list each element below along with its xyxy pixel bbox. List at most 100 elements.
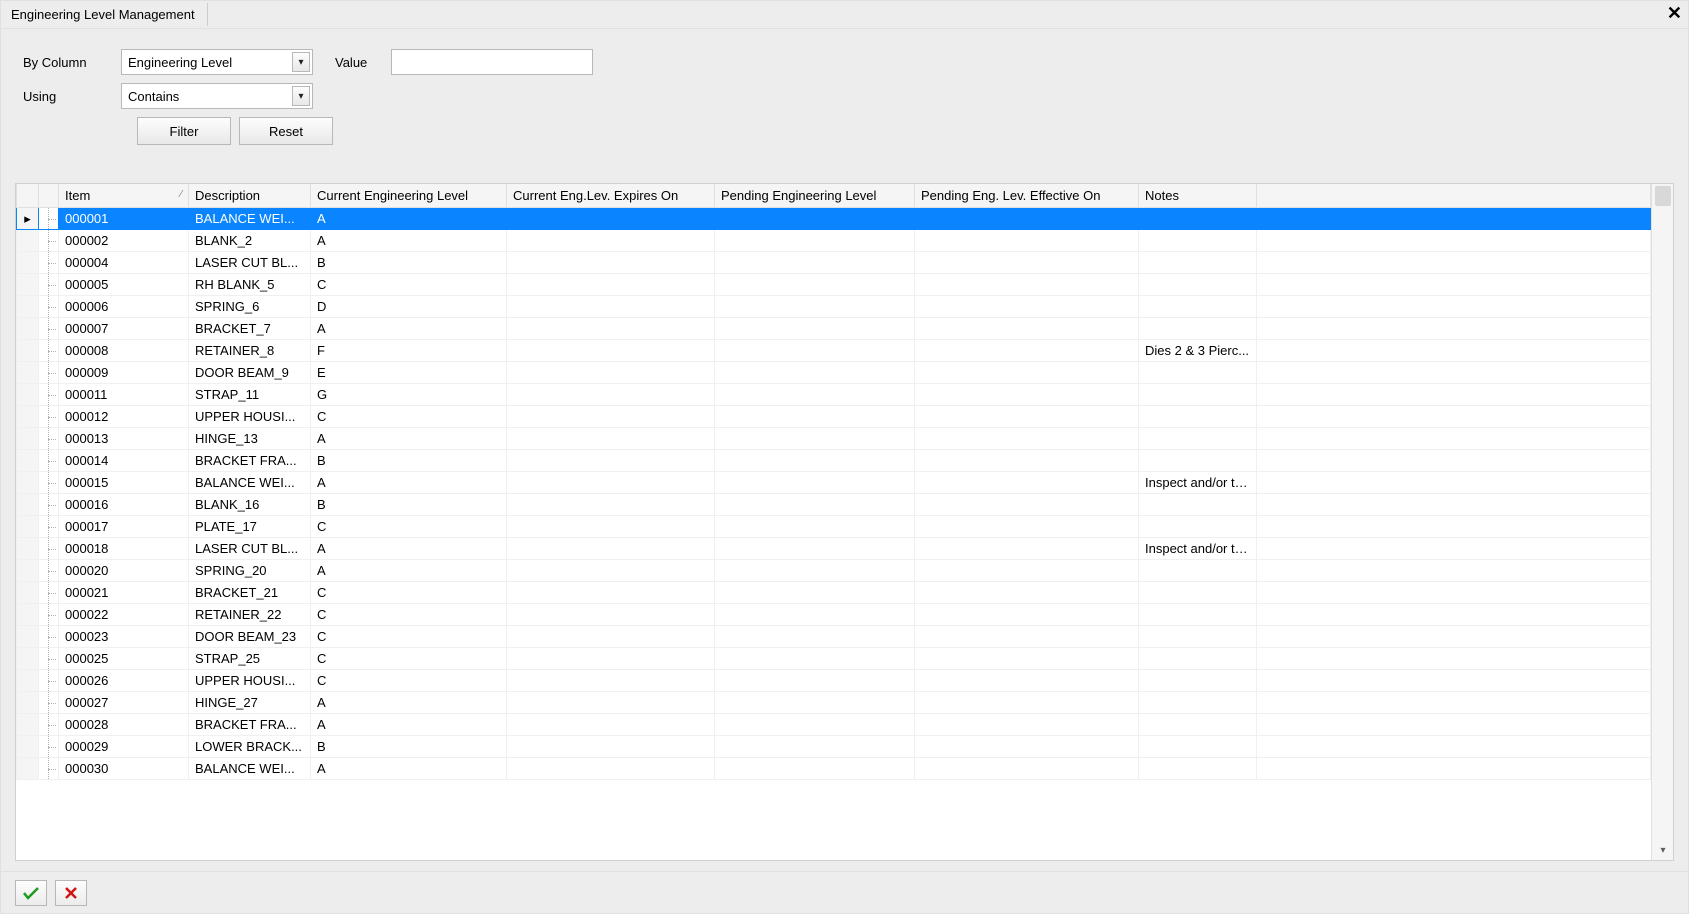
cell-pending-effective[interactable]: [915, 604, 1139, 626]
cell-current-expires[interactable]: [507, 670, 715, 692]
cell-item[interactable]: 000015: [59, 472, 189, 494]
cell-notes[interactable]: [1139, 208, 1257, 230]
cell-current-expires[interactable]: [507, 626, 715, 648]
cell-pending-level[interactable]: [715, 538, 915, 560]
cell-notes[interactable]: [1139, 428, 1257, 450]
cell-description[interactable]: BLANK_16: [189, 494, 311, 516]
cell-pending-effective[interactable]: [915, 758, 1139, 780]
vertical-scrollbar[interactable]: ▾: [1651, 184, 1673, 860]
table-row[interactable]: ▸000001BALANCE WEI...A: [17, 208, 1651, 230]
cell-pending-effective[interactable]: [915, 450, 1139, 472]
cell-pending-level[interactable]: [715, 406, 915, 428]
cell-item[interactable]: 000021: [59, 582, 189, 604]
filter-button[interactable]: Filter: [137, 117, 231, 145]
table-row[interactable]: 000022RETAINER_22C: [17, 604, 1651, 626]
cell-pending-level[interactable]: [715, 230, 915, 252]
cell-pending-level[interactable]: [715, 626, 915, 648]
cell-current-expires[interactable]: [507, 208, 715, 230]
table-row[interactable]: 000013HINGE_13A: [17, 428, 1651, 450]
cell-pending-effective[interactable]: [915, 582, 1139, 604]
cell-notes[interactable]: [1139, 582, 1257, 604]
cell-pending-effective[interactable]: [915, 714, 1139, 736]
cell-description[interactable]: UPPER HOUSI...: [189, 406, 311, 428]
cell-current-level[interactable]: A: [311, 692, 507, 714]
cell-item[interactable]: 000008: [59, 340, 189, 362]
cell-description[interactable]: DOOR BEAM_9: [189, 362, 311, 384]
cell-notes[interactable]: [1139, 670, 1257, 692]
cell-current-expires[interactable]: [507, 450, 715, 472]
cell-pending-effective[interactable]: [915, 208, 1139, 230]
cell-current-expires[interactable]: [507, 516, 715, 538]
tab-engineering-level-management[interactable]: Engineering Level Management: [3, 3, 208, 26]
cell-description[interactable]: BRACKET FRA...: [189, 714, 311, 736]
cell-current-expires[interactable]: [507, 340, 715, 362]
cell-notes[interactable]: [1139, 362, 1257, 384]
cell-pending-level[interactable]: [715, 494, 915, 516]
table-row[interactable]: 000028BRACKET FRA...A: [17, 714, 1651, 736]
cell-description[interactable]: HINGE_27: [189, 692, 311, 714]
cell-current-level[interactable]: A: [311, 538, 507, 560]
cell-current-level[interactable]: B: [311, 736, 507, 758]
chevron-down-icon[interactable]: ▾: [292, 52, 310, 72]
cell-description[interactable]: DOOR BEAM_23: [189, 626, 311, 648]
cell-description[interactable]: BRACKET_7: [189, 318, 311, 340]
cell-description[interactable]: STRAP_25: [189, 648, 311, 670]
cell-notes[interactable]: [1139, 714, 1257, 736]
cell-description[interactable]: BLANK_2: [189, 230, 311, 252]
col-header-pending-effective[interactable]: Pending Eng. Lev. Effective On: [915, 184, 1139, 208]
cell-current-level[interactable]: G: [311, 384, 507, 406]
cell-pending-effective[interactable]: [915, 516, 1139, 538]
cell-current-level[interactable]: A: [311, 758, 507, 780]
cell-current-expires[interactable]: [507, 604, 715, 626]
scroll-thumb[interactable]: [1655, 186, 1671, 206]
cell-pending-effective[interactable]: [915, 560, 1139, 582]
cell-description[interactable]: STRAP_11: [189, 384, 311, 406]
cell-current-level[interactable]: A: [311, 472, 507, 494]
cell-current-level[interactable]: A: [311, 714, 507, 736]
cell-current-level[interactable]: C: [311, 582, 507, 604]
cell-pending-level[interactable]: [715, 252, 915, 274]
table-row[interactable]: 000012UPPER HOUSI...C: [17, 406, 1651, 428]
cell-current-expires[interactable]: [507, 318, 715, 340]
cell-current-expires[interactable]: [507, 406, 715, 428]
cell-pending-level[interactable]: [715, 516, 915, 538]
table-row[interactable]: 000017PLATE_17C: [17, 516, 1651, 538]
table-row[interactable]: 000011STRAP_11G: [17, 384, 1651, 406]
cell-current-level[interactable]: A: [311, 428, 507, 450]
cancel-button[interactable]: [55, 880, 87, 906]
table-row[interactable]: 000009DOOR BEAM_9E: [17, 362, 1651, 384]
cell-notes[interactable]: [1139, 736, 1257, 758]
col-header-item[interactable]: Item ⁄: [59, 184, 189, 208]
cell-current-level[interactable]: C: [311, 274, 507, 296]
cell-item[interactable]: 000029: [59, 736, 189, 758]
cell-current-expires[interactable]: [507, 714, 715, 736]
cell-pending-level[interactable]: [715, 472, 915, 494]
cell-description[interactable]: RETAINER_8: [189, 340, 311, 362]
table-row[interactable]: 000023DOOR BEAM_23C: [17, 626, 1651, 648]
cell-pending-effective[interactable]: [915, 406, 1139, 428]
ok-button[interactable]: [15, 880, 47, 906]
close-icon[interactable]: ✕: [1667, 3, 1682, 24]
cell-item[interactable]: 000006: [59, 296, 189, 318]
cell-description[interactable]: UPPER HOUSI...: [189, 670, 311, 692]
cell-current-level[interactable]: B: [311, 494, 507, 516]
cell-item[interactable]: 000030: [59, 758, 189, 780]
cell-pending-level[interactable]: [715, 670, 915, 692]
cell-pending-level[interactable]: [715, 758, 915, 780]
cell-current-level[interactable]: C: [311, 516, 507, 538]
cell-description[interactable]: RH BLANK_5: [189, 274, 311, 296]
table-row[interactable]: 000005RH BLANK_5C: [17, 274, 1651, 296]
cell-notes[interactable]: [1139, 318, 1257, 340]
cell-current-expires[interactable]: [507, 252, 715, 274]
cell-current-level[interactable]: A: [311, 208, 507, 230]
cell-pending-effective[interactable]: [915, 472, 1139, 494]
cell-pending-effective[interactable]: [915, 362, 1139, 384]
scroll-down-icon[interactable]: ▾: [1655, 842, 1671, 858]
cell-current-expires[interactable]: [507, 538, 715, 560]
cell-item[interactable]: 000013: [59, 428, 189, 450]
table-row[interactable]: 000007BRACKET_7A: [17, 318, 1651, 340]
cell-description[interactable]: BRACKET FRA...: [189, 450, 311, 472]
cell-notes[interactable]: [1139, 494, 1257, 516]
cell-item[interactable]: 000018: [59, 538, 189, 560]
cell-pending-level[interactable]: [715, 428, 915, 450]
